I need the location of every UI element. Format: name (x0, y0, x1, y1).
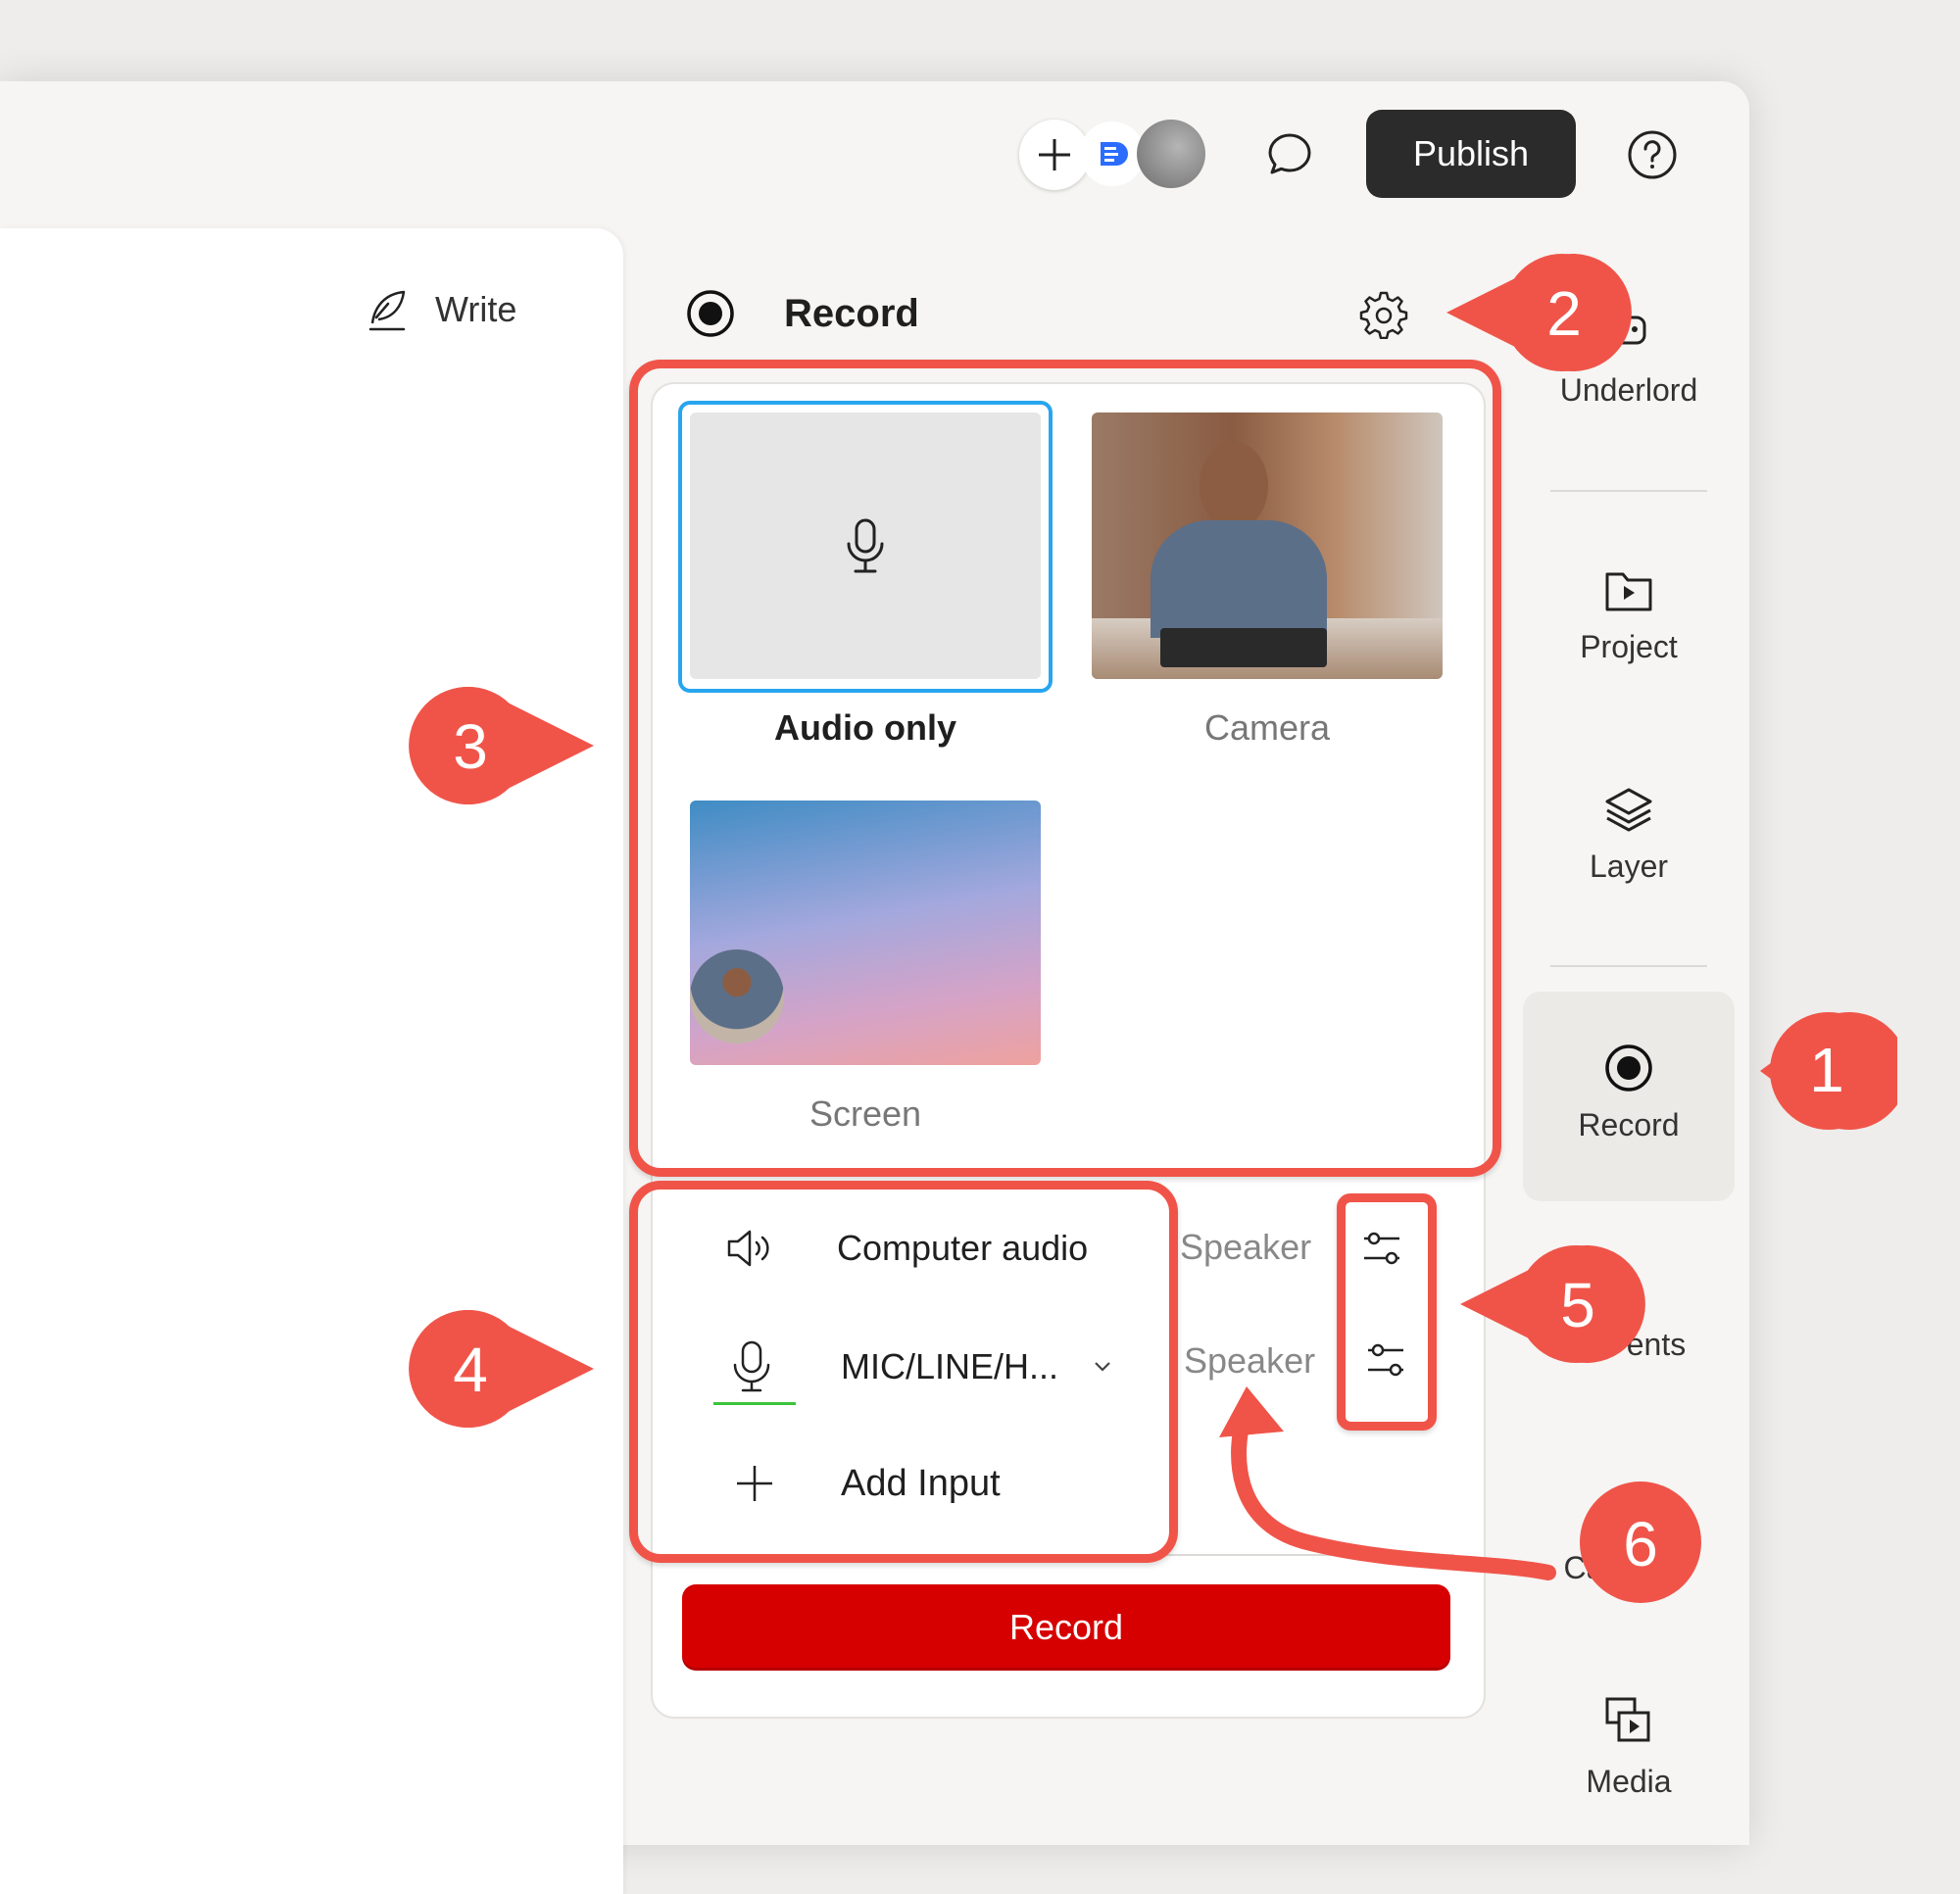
chat-bubble-icon (1268, 133, 1311, 174)
record-settings-button[interactable] (1358, 288, 1409, 340)
project-folder-icon (1605, 572, 1652, 611)
callout-1-label: 1 (1809, 1035, 1844, 1105)
descript-logo-icon (1101, 142, 1128, 166)
annotation-frame-inputs (629, 1181, 1178, 1563)
callout-4: 4 (409, 1310, 594, 1428)
mic-output-label: Speaker (1184, 1340, 1316, 1381)
sidebar-item-media[interactable]: Media (1531, 1695, 1727, 1803)
callout-1: 1 (1760, 1012, 1897, 1130)
quill-pen-icon (368, 290, 406, 331)
callout-3-label: 3 (453, 711, 488, 782)
collaborator-avatar[interactable] (1080, 121, 1145, 186)
sidebar-item-label: Record (1578, 1107, 1680, 1142)
sidebar-divider (1550, 490, 1707, 492)
callout-2: 2 (1446, 254, 1632, 371)
record-button[interactable]: Record (682, 1584, 1450, 1671)
callout-5: 5 (1460, 1245, 1645, 1363)
record-panel-header: Record (686, 286, 919, 341)
sidebar-item-label: Media (1586, 1764, 1672, 1799)
record-panel-title: Record (784, 291, 919, 335)
user-avatar[interactable] (1137, 120, 1205, 188)
help-circle-icon (1628, 130, 1677, 179)
callout-4-label: 4 (453, 1335, 488, 1405)
script-editor-panel (0, 228, 623, 1894)
plus-icon (1039, 139, 1070, 170)
callout-2-label: 2 (1546, 278, 1582, 349)
callout-6: 6 (1580, 1481, 1701, 1603)
sidebar-item-label: Layer (1589, 849, 1669, 884)
sidebar-item-project[interactable]: Project (1531, 566, 1727, 674)
callout-5-label: 5 (1560, 1270, 1595, 1340)
help-button[interactable] (1627, 129, 1678, 180)
write-label: Write (435, 289, 517, 329)
gear-icon (1359, 291, 1408, 340)
record-icon (1605, 1044, 1652, 1092)
publish-button[interactable]: Publish (1366, 110, 1576, 198)
computer-audio-output-label: Speaker (1180, 1227, 1312, 1267)
sidebar-item-layer[interactable]: Layer (1531, 784, 1727, 892)
layers-icon (1605, 788, 1652, 832)
write-mode-button[interactable]: Write (363, 282, 516, 337)
callout-3: 3 (409, 687, 594, 804)
comments-button[interactable] (1264, 129, 1315, 180)
callout-6-label: 6 (1623, 1509, 1658, 1579)
sidebar-item-label: Project (1580, 629, 1678, 664)
annotation-frame-modes (629, 360, 1501, 1177)
record-icon (687, 290, 734, 337)
sidebar-divider (1550, 965, 1707, 967)
media-icon (1605, 1697, 1650, 1742)
